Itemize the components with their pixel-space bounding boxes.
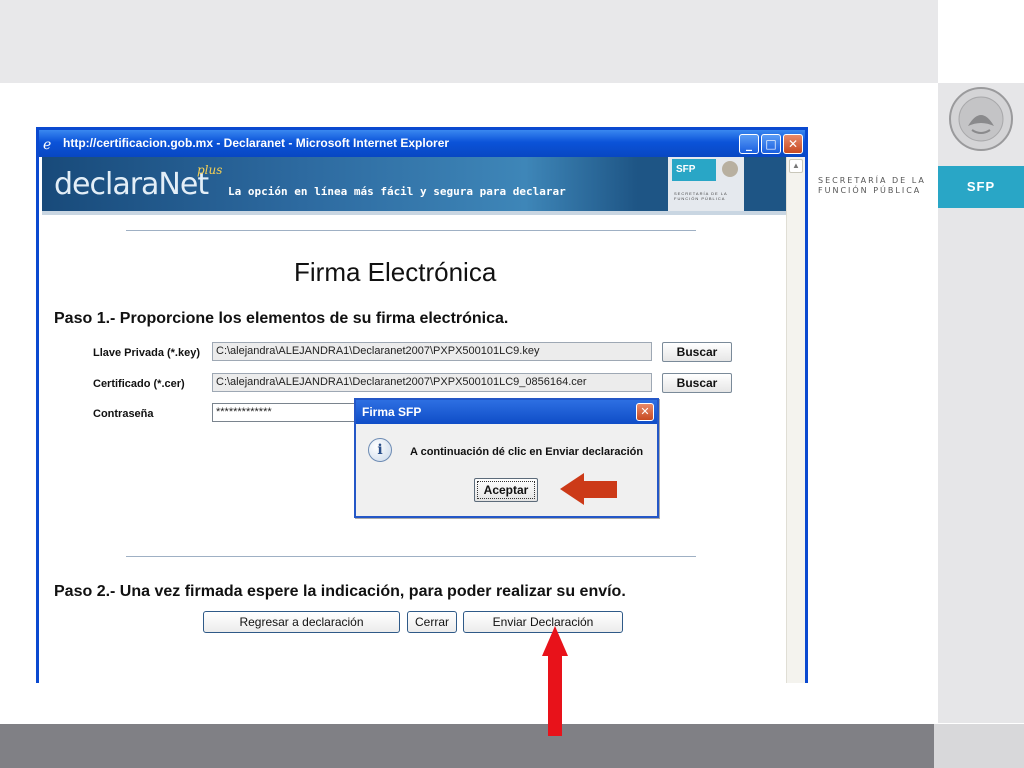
declaranet-banner: declaraNet plus La opción en línea más f… — [42, 157, 786, 215]
browser-titlebar[interactable]: ℯ http://certificacion.gob.mx - Declaran… — [39, 130, 805, 157]
close-window-button[interactable]: ✕ — [783, 134, 803, 154]
password-input[interactable]: ************* — [212, 403, 362, 422]
arrow-left-shaft — [583, 481, 617, 498]
secretaria-label: SECRETARÍA DE LA FUNCIÓN PÚBLICA — [818, 176, 928, 196]
cer-input[interactable]: C:\alejandra\ALEJANDRA1\Declaranet2007\P… — [212, 373, 652, 392]
scroll-up-icon[interactable]: ▲ — [789, 159, 803, 173]
buscar-key-button[interactable]: Buscar — [662, 342, 732, 362]
secretaria-line1: SECRETARÍA DE LA — [818, 176, 926, 185]
bottom-divider — [126, 556, 696, 557]
slide-bottom-band — [0, 724, 934, 768]
sfp-logo: SFP — [938, 166, 1024, 208]
key-label: Llave Privada (*.key) — [93, 347, 201, 359]
step2-heading: Paso 2.- Una vez firmada espere la indic… — [54, 583, 626, 600]
arrow-left-icon — [560, 473, 584, 505]
banner-sfp-small: SECRETARÍA DE LA FUNCIÓN PÚBLICA — [674, 191, 728, 201]
maximize-button[interactable]: □ — [761, 134, 781, 154]
step1-heading: Paso 1.- Proporcione los elementos de su… — [54, 310, 509, 327]
ie-icon: ℯ — [43, 136, 52, 152]
mexico-seal-icon — [949, 87, 1013, 151]
slide-bottom-right — [934, 724, 1024, 768]
dialog-titlebar[interactable]: Firma SFP ✕ — [356, 400, 657, 424]
info-icon: i — [368, 438, 392, 462]
arrow-up-shaft — [548, 654, 562, 736]
banner-tagline: La opción en línea más fácil y segura pa… — [228, 185, 566, 198]
top-divider — [126, 230, 696, 231]
regresar-button[interactable]: Regresar a declaración — [203, 611, 400, 633]
slide-top-band — [0, 0, 938, 83]
page-title: Firma Electrónica — [294, 257, 497, 287]
declaranet-plus: plus — [197, 163, 223, 177]
cerrar-button[interactable]: Cerrar — [407, 611, 457, 633]
secretaria-line2: FUNCIÓN PÚBLICA — [818, 186, 922, 195]
cer-label: Certificado (*.cer) — [93, 378, 185, 390]
buscar-cer-button[interactable]: Buscar — [662, 373, 732, 393]
dialog-title: Firma SFP — [362, 405, 422, 419]
arrow-up-icon — [542, 626, 568, 656]
minimize-button[interactable]: _ — [739, 134, 759, 154]
slide-top-right — [938, 0, 1024, 83]
banner-sfp-text: SFP — [672, 159, 716, 181]
aceptar-button[interactable]: Aceptar — [474, 478, 538, 502]
dialog-message: A continuación dé clic en Enviar declara… — [410, 446, 644, 458]
vertical-scrollbar[interactable]: ▲ — [786, 157, 805, 683]
password-label: Contraseña — [93, 408, 154, 420]
dialog-close-button[interactable]: ✕ — [636, 403, 654, 421]
browser-title: http://certificacion.gob.mx - Declaranet… — [63, 136, 450, 150]
banner-sfp-logo: SFP SECRETARÍA DE LA FUNCIÓN PÚBLICA — [668, 157, 744, 211]
banner-seal-icon — [722, 161, 738, 177]
declaranet-logo: declaraNet — [54, 167, 209, 202]
key-input[interactable]: C:\alejandra\ALEJANDRA1\Declaranet2007\P… — [212, 342, 652, 361]
firma-dialog: Firma SFP ✕ i A continuación dé clic en … — [354, 398, 659, 518]
banner-bottom-strip — [42, 211, 786, 215]
